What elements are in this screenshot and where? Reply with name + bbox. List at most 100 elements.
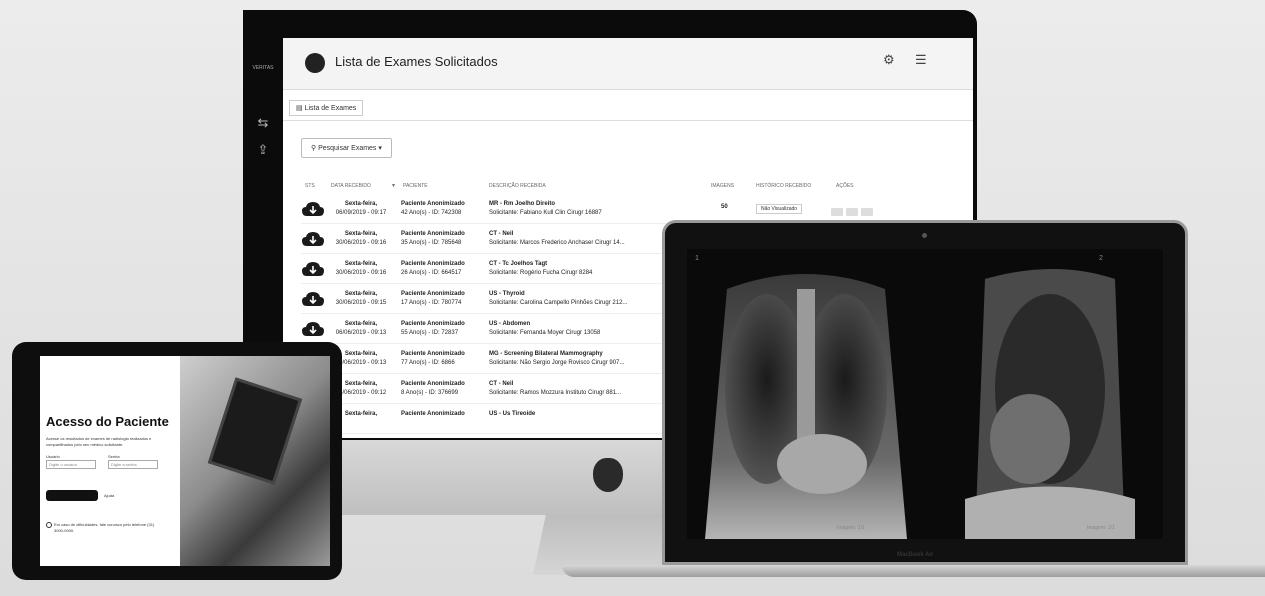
- username-label: Usuário: [46, 454, 60, 459]
- chest-xray-pa-image[interactable]: [687, 249, 925, 539]
- row-patient: Paciente Anonimizado 77 Ano(s) - ID: 6866: [401, 350, 491, 368]
- row-date-time: 06/09/2019 - 09:17: [335, 210, 387, 216]
- viewport-number-right: 2: [1099, 255, 1103, 262]
- col-patient[interactable]: PACIENTE: [403, 183, 428, 189]
- login-subtitle: Acesse os resultados de exames de radiol…: [46, 436, 152, 447]
- laptop-device: 1 2 Imagem: 1/1 Imagem: 1/1 MacBook Air: [562, 220, 1265, 577]
- cloud-download-icon[interactable]: [301, 230, 325, 248]
- row-status-badge: Não Visualizado: [756, 204, 803, 214]
- table-header: STS DATA RECEBIDO ▼ PACIENTE DESCRIÇÃO R…: [301, 183, 961, 193]
- search-button-label: Pesquisar Exames ▾: [318, 145, 382, 152]
- row-date-time: 30/06/2019 - 09:16: [335, 270, 387, 276]
- row-date: Sexta-feira, 06/09/2019 - 09:17: [331, 200, 391, 218]
- row-date: Sexta-feira, 30/06/2019 - 09:16: [331, 230, 391, 248]
- app-logo-icon: [305, 53, 325, 73]
- row-patient-id: 8 Ano(s) - ID: 376699: [401, 390, 459, 396]
- cloud-download-icon[interactable]: [301, 260, 325, 278]
- viewport-number-left: 1: [695, 255, 699, 262]
- col-history[interactable]: HISTÓRICO RECEBIDO: [756, 183, 811, 189]
- tablet-screen: Acesso do Paciente Acesse os resultados …: [40, 356, 330, 566]
- row-patient-name: Paciente Anonimizado: [401, 381, 465, 387]
- row-date-day: Sexta-feira,: [344, 291, 378, 297]
- row-patient-name: Paciente Anonimizado: [401, 291, 465, 297]
- row-patient: Paciente Anonimizado 26 Ano(s) - ID: 6645…: [401, 260, 491, 278]
- dicom-viewer: 1 2 Imagem: 1/1 Imagem: 1/1: [687, 249, 1163, 539]
- device-mockup-scene: VERITAS ⇆ ⇪ Lista de Exames Solicitados …: [0, 0, 1265, 596]
- exams-list-icon[interactable]: ⇆: [255, 115, 271, 131]
- info-icon: [46, 522, 52, 528]
- settings-gear-icon[interactable]: ⚙: [883, 52, 895, 68]
- sidebar-logo: VERITAS: [252, 65, 274, 71]
- page-title: Lista de Exames Solicitados: [335, 54, 498, 69]
- viewport-caption-left: Imagem: 1/1: [837, 525, 865, 531]
- row-date-day: Sexta-feira,: [344, 261, 378, 267]
- login-button[interactable]: [46, 490, 98, 501]
- view-action-icon[interactable]: [831, 208, 843, 216]
- row-patient-id: 17 Ano(s) - ID: 780774: [401, 300, 462, 306]
- col-images[interactable]: IMAGENS: [711, 183, 734, 189]
- chest-xray-lateral-image[interactable]: [925, 249, 1163, 539]
- row-patient-id: 55 Ano(s) - ID: 72837: [401, 330, 459, 336]
- support-note: Em caso de dificuldades, fale conosco pe…: [46, 522, 156, 534]
- tablet-device: Acesso do Paciente Acesse os resultados …: [12, 342, 342, 580]
- camera-icon: [922, 233, 927, 238]
- row-date-day: Sexta-feira,: [344, 201, 378, 207]
- col-description[interactable]: DESCRIÇÃO RECEBIDA: [489, 183, 546, 189]
- share-action-icon[interactable]: [846, 208, 858, 216]
- row-patient-name: Paciente Anonimizado: [401, 351, 465, 357]
- row-date: Sexta-feira, 30/06/2019 - 09:15: [331, 290, 391, 308]
- tab-divider: [283, 120, 973, 121]
- row-date-day: Sexta-feira,: [344, 231, 378, 237]
- row-date: Sexta-feira, 30/06/2019 - 09:16: [331, 260, 391, 278]
- row-actions: [831, 203, 881, 216]
- col-date[interactable]: DATA RECEBIDO: [331, 183, 371, 189]
- row-patient-name: Paciente Anonimizado: [401, 231, 465, 237]
- menu-icon[interactable]: ☰: [915, 52, 927, 68]
- password-input[interactable]: Digite a senha: [108, 460, 158, 469]
- row-patient: Paciente Anonimizado 55 Ano(s) - ID: 7283…: [401, 320, 491, 338]
- tab-list-icon: ▤: [296, 105, 305, 112]
- row-image-count: 50: [721, 204, 728, 210]
- tab-label: Lista de Exames: [304, 105, 357, 112]
- col-sts[interactable]: STS: [305, 183, 315, 189]
- sort-desc-icon[interactable]: ▼: [391, 183, 396, 189]
- row-patient-id: 77 Ano(s) - ID: 6866: [401, 360, 455, 366]
- col-actions: AÇÕES: [836, 183, 854, 189]
- row-requester: Solicitante: Fabiano Kull Clin Cirugr 16…: [489, 210, 602, 216]
- row-date-time: 06/06/2019 - 09:13: [335, 330, 387, 336]
- app-header: Lista de Exames Solicitados ⚙ ☰: [283, 38, 973, 90]
- username-input[interactable]: Digite o usuário: [46, 460, 96, 469]
- row-description: MR - Rm Joelho Direito Solicitante: Fabia…: [489, 200, 789, 218]
- row-date: Sexta-feira, 06/06/2019 - 09:13: [331, 320, 391, 338]
- row-date-time: 30/06/2019 - 09:16: [335, 240, 387, 246]
- laptop-lid: 1 2 Imagem: 1/1 Imagem: 1/1 MacBook Air: [662, 220, 1188, 565]
- cloud-download-icon[interactable]: [301, 200, 325, 218]
- cloud-download-icon[interactable]: [301, 320, 325, 338]
- row-patient-id: 42 Ano(s) - ID: 742308: [401, 210, 462, 216]
- login-title: Acesso do Paciente: [46, 414, 169, 429]
- row-patient-id: 26 Ano(s) - ID: 664517: [401, 270, 462, 276]
- laptop-base: [562, 565, 1265, 577]
- row-patient: Paciente Anonimizado 35 Ano(s) - ID: 7856…: [401, 230, 491, 248]
- support-text: Em caso de dificuldades, fale conosco pe…: [54, 522, 155, 533]
- more-action-icon[interactable]: [861, 208, 873, 216]
- password-label: Senha: [108, 454, 120, 459]
- upload-icon[interactable]: ⇪: [255, 142, 271, 158]
- row-date-time: 30/06/2019 - 09:15: [335, 300, 387, 306]
- row-patient-name: Paciente Anonimizado: [401, 261, 465, 267]
- laptop-brand-label: MacBook Air: [897, 552, 934, 558]
- row-exam-name: MR - Rm Joelho Direito: [489, 201, 556, 207]
- row-patient: Paciente Anonimizado 42 Ano(s) - ID: 7423…: [401, 200, 491, 218]
- row-date-day: Sexta-feira,: [344, 321, 378, 327]
- row-patient: Paciente Anonimizado 17 Ano(s) - ID: 7807…: [401, 290, 491, 308]
- search-exams-button[interactable]: ⚲ Pesquisar Exames ▾: [301, 138, 392, 158]
- row-patient: Paciente Anonimizado 8 Ano(s) - ID: 37669…: [401, 380, 491, 398]
- help-link[interactable]: Ajuda: [104, 493, 114, 498]
- row-patient: Paciente Anonimizado: [401, 410, 491, 419]
- cloud-download-icon[interactable]: [301, 290, 325, 308]
- row-patient-name: Paciente Anonimizado: [401, 201, 465, 207]
- viewport-caption-right: Imagem: 1/1: [1087, 525, 1115, 531]
- tab-lista-de-exames[interactable]: ▤ Lista de Exames: [289, 100, 364, 116]
- apple-logo-icon: [593, 458, 623, 492]
- row-patient-name: Paciente Anonimizado: [401, 411, 465, 417]
